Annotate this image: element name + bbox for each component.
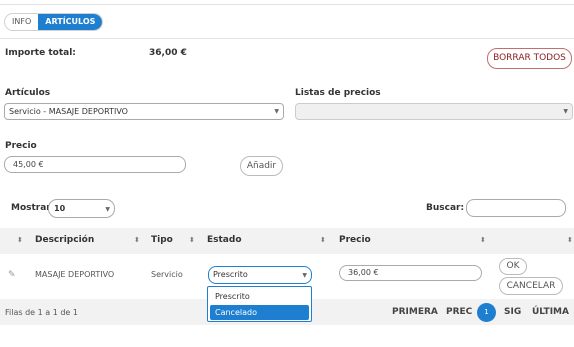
tab-info[interactable]: INFO: [5, 14, 39, 30]
current-page-button[interactable]: 1: [477, 303, 496, 322]
add-button[interactable]: Añadir: [240, 156, 283, 176]
search-input[interactable]: [466, 199, 566, 217]
ok-button[interactable]: OK: [499, 258, 527, 275]
chevron-down-icon: ▼: [563, 108, 568, 115]
first-page-button[interactable]: PRIMERA: [392, 307, 438, 317]
status-selected-text: Prescrito: [213, 270, 248, 279]
row-type: Servicio: [151, 270, 183, 279]
status-option-cancelado[interactable]: Cancelado: [210, 305, 309, 320]
total-value: 36,00 €: [149, 48, 187, 58]
status-option-prescrito[interactable]: Prescrito: [210, 289, 309, 304]
row-description: MASAJE DEPORTIVO: [35, 270, 115, 279]
search-label: Buscar:: [426, 203, 465, 213]
row-price-input[interactable]: 36,00 €: [339, 265, 482, 281]
chevron-down-icon: ▼: [302, 272, 307, 279]
column-header-descripcion[interactable]: Descripción: [35, 235, 94, 245]
sort-icon[interactable]: ⬍: [480, 236, 486, 244]
sort-icon[interactable]: ⬍: [189, 236, 195, 244]
sort-icon[interactable]: ⬍: [320, 236, 326, 244]
listas-select[interactable]: ▼: [295, 103, 573, 120]
listas-label: Listas de precios: [295, 88, 381, 98]
show-entries-select[interactable]: 10 ▼: [48, 199, 115, 218]
sort-icon[interactable]: ⬍: [134, 236, 140, 244]
total-label: Importe total:: [5, 48, 76, 58]
sort-icon[interactable]: ⬍: [17, 236, 23, 244]
status-dropdown-list: Prescrito Cancelado: [207, 286, 312, 322]
articulos-selected-text: Servicio - MASAJE DEPORTIVO: [9, 107, 128, 116]
precio-label: Precio: [5, 141, 37, 151]
clear-all-button[interactable]: BORRAR TODOS: [487, 48, 572, 69]
show-label: Mostrar: [11, 203, 51, 213]
articulos-label: Artículos: [5, 88, 51, 98]
precio-input[interactable]: 45,00 €: [4, 156, 186, 173]
tab-bar: INFO ARTÍCULOS: [4, 13, 104, 31]
status-select[interactable]: Prescrito ▼: [208, 266, 312, 284]
column-header-tipo[interactable]: Tipo: [151, 235, 173, 245]
top-divider: [0, 4, 574, 5]
cancel-button[interactable]: CANCELAR: [499, 277, 563, 295]
section-divider: [0, 38, 574, 39]
chevron-down-icon: ▼: [105, 206, 110, 213]
last-page-button[interactable]: ÚLTIMA: [532, 307, 569, 317]
sort-icon[interactable]: ⬍: [567, 236, 573, 244]
prev-page-button[interactable]: PREC: [446, 307, 472, 317]
rows-info: Filas de 1 a 1 de 1: [5, 308, 78, 317]
tab-articulos[interactable]: ARTÍCULOS: [38, 14, 103, 30]
articulos-select[interactable]: Servicio - MASAJE DEPORTIVO ▼: [4, 103, 284, 120]
next-page-button[interactable]: SIG: [504, 307, 521, 317]
column-header-estado[interactable]: Estado: [207, 235, 242, 245]
pencil-icon[interactable]: ✎: [8, 270, 18, 280]
column-header-precio[interactable]: Precio: [339, 235, 371, 245]
chevron-down-icon: ▼: [274, 108, 279, 115]
show-entries-value: 10: [54, 204, 66, 213]
